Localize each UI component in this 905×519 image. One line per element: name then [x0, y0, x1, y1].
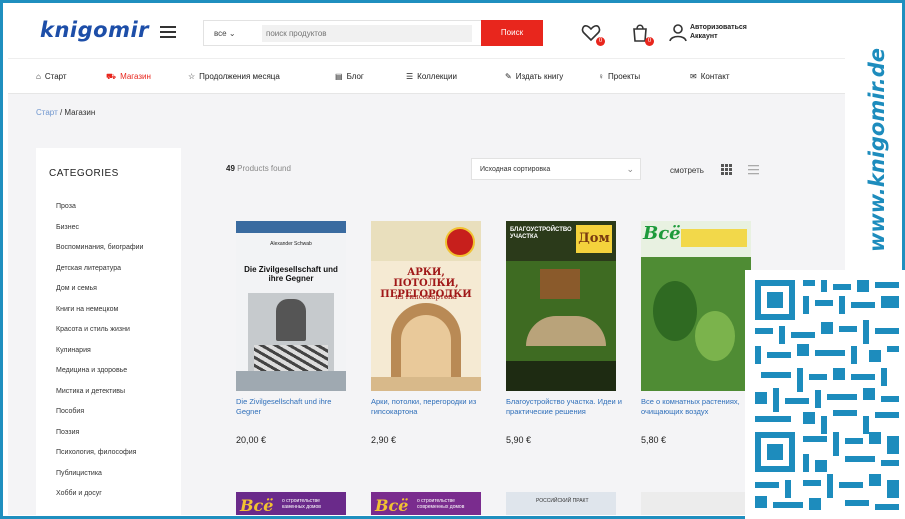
cover-title: Die Zivilgesellschaft und ihre Gegner: [244, 265, 338, 283]
category-item[interactable]: Пособия: [56, 407, 143, 428]
grid-view-icon[interactable]: [721, 164, 732, 175]
category-item[interactable]: Бизнес: [56, 223, 143, 244]
breadcrumb: Старт / Магазин: [36, 108, 95, 117]
product-cover-image[interactable]: [641, 492, 751, 515]
publish-icon: ✎: [505, 72, 512, 81]
category-list: Проза Бизнес Воспоминания, биографии Дет…: [56, 202, 143, 510]
site-logo[interactable]: knigomir: [40, 18, 149, 42]
nav-item-contact[interactable]: ✉ Контакт: [690, 72, 730, 81]
nav-item-home[interactable]: ⌂ Старт: [36, 72, 67, 81]
category-item[interactable]: Детская литература: [56, 264, 143, 285]
product-price: 20,00 €: [236, 435, 267, 445]
shop-window: knigomir все ⌄ Поиск 0 0 Авторизоваться …: [8, 6, 845, 515]
cover-author: Alexander Schwab: [270, 241, 312, 247]
account-link[interactable]: Авторизоваться Аккаунт: [690, 23, 747, 41]
sort-select[interactable]: Исходная сортировка ⌄: [471, 158, 641, 180]
cover-text: о строительстве современных домов: [417, 498, 465, 510]
chevron-down-icon: ⌄: [626, 164, 634, 174]
cover-subtitle: из гипсокартона: [395, 293, 457, 301]
nav-item-projects[interactable]: ♀ Проекты: [598, 72, 640, 81]
product-price: 5,90 €: [506, 435, 532, 445]
menu-icon[interactable]: [160, 26, 176, 38]
category-item[interactable]: Медицина и здоровье: [56, 366, 143, 387]
nav-item-monthly[interactable]: ☆ Продолжения месяца: [188, 72, 280, 81]
products-count-number: 49: [226, 164, 235, 173]
category-item[interactable]: Мистика и детективы: [56, 387, 143, 408]
cover-brand: Всё: [375, 496, 409, 515]
header: knigomir все ⌄ Поиск 0 0 Авторизоваться …: [8, 6, 845, 58]
products-count: 49 Products found: [226, 164, 291, 173]
view-mode-label: смотреть: [670, 166, 704, 175]
cart-icon: ⛟: [106, 72, 117, 81]
qr-code-image: [751, 276, 905, 516]
list-view-icon[interactable]: [748, 164, 759, 175]
sort-select-value: Исходная сортировка: [480, 166, 551, 173]
product-cover-image[interactable]: Alexander Schwab Die Zivilgesellschaft u…: [236, 221, 346, 391]
category-item[interactable]: Кулинария: [56, 346, 143, 367]
search-input[interactable]: [262, 25, 472, 42]
nav-item-collections[interactable]: ☰ Коллекции: [406, 72, 457, 81]
product-price: 5,80 €: [641, 435, 667, 445]
product-cover-image[interactable]: АРКИ, ПОТОЛКИ, ПЕРЕГОРОДКИ из гипсокарто…: [371, 221, 481, 391]
nav-item-blog[interactable]: ▤ Блог: [335, 72, 364, 81]
category-item[interactable]: Дом и семья: [56, 284, 143, 305]
product-cover-image[interactable]: Всё о строительстве современных домов: [371, 492, 481, 515]
account-login-label: Авторизоваться: [690, 24, 747, 31]
cover-brand: Всё: [240, 496, 274, 515]
product-cover-image[interactable]: Всё о строительстве каменных домов: [236, 492, 346, 515]
user-icon: [669, 24, 687, 42]
side-brand-watermark: www.knigomir.de: [850, 20, 905, 260]
breadcrumb-home-link[interactable]: Старт: [36, 108, 58, 117]
category-item[interactable]: Воспоминания, биографии: [56, 243, 143, 264]
product-cover-image[interactable]: БЛАГОУСТРОЙСТВО УЧАСТКА Дом: [506, 221, 616, 391]
product-price: 2,90 €: [371, 435, 397, 445]
account-button[interactable]: [668, 22, 690, 44]
lightbulb-icon: ♀: [598, 72, 604, 81]
search-button[interactable]: Поиск: [481, 20, 543, 46]
products-count-label: Products found: [234, 164, 291, 173]
product-cover-image[interactable]: Всё: [641, 221, 751, 391]
categories-title: CATEGORIES: [49, 168, 119, 179]
qr-code: [745, 270, 905, 519]
category-item[interactable]: Красота и стиль жизни: [56, 325, 143, 346]
cover-brand: Дом: [576, 225, 612, 253]
category-item[interactable]: Книги на немецком: [56, 305, 143, 326]
product-title[interactable]: Die Zivilgesellschaft und ihre Gegner: [236, 397, 354, 417]
product-title[interactable]: Благоустройство участка. Идеи и практиче…: [506, 397, 624, 417]
search-bar: все ⌄ Поиск: [203, 20, 543, 46]
category-item[interactable]: Хобби и досуг: [56, 489, 143, 510]
category-item[interactable]: Психология, философия: [56, 448, 143, 469]
star-icon: ☆: [188, 72, 196, 81]
wishlist-count-badge: 0: [596, 37, 605, 46]
mail-icon: ✉: [690, 72, 697, 81]
product-cover-image[interactable]: РОССИЙСКИЙ ПРАКТ: [506, 492, 616, 515]
home-icon: ⌂: [36, 72, 41, 81]
book-icon: ▤: [335, 72, 343, 81]
product-title[interactable]: Все о комнатных растениях, очищающих воз…: [641, 397, 759, 417]
side-brand-url: www.knigomir.de: [865, 47, 889, 253]
category-item[interactable]: Проза: [56, 202, 143, 223]
categories-sidebar: CATEGORIES Проза Бизнес Воспоминания, би…: [36, 148, 181, 515]
category-item[interactable]: Поэзия: [56, 428, 143, 449]
search-category-select[interactable]: все ⌄: [214, 29, 236, 38]
cover-text: о строительстве каменных домов: [282, 498, 321, 510]
cover-title: БЛАГОУСТРОЙСТВО УЧАСТКА: [510, 227, 572, 240]
account-label: Аккаунт: [690, 33, 718, 40]
cart-button[interactable]: 0: [629, 22, 654, 46]
cover-text: РОССИЙСКИЙ ПРАКТ: [536, 498, 589, 504]
category-item[interactable]: Публицистика: [56, 469, 143, 490]
wishlist-button[interactable]: 0: [580, 22, 605, 46]
collection-icon: ☰: [406, 72, 414, 81]
nav-item-shop[interactable]: ⛟ Магазин: [106, 72, 151, 82]
breadcrumb-current: Магазин: [64, 108, 96, 117]
nav-item-publish[interactable]: ✎ Издать книгу: [505, 72, 563, 81]
cart-count-badge: 0: [645, 37, 654, 46]
product-title[interactable]: Арки, потолки, перегородки из гипсокарто…: [371, 397, 489, 417]
main-nav: ⌂ Старт ⛟ Магазин ☆ Продолжения месяца ▤ Бло…: [8, 58, 845, 94]
cover-brand: Всё: [643, 223, 681, 244]
